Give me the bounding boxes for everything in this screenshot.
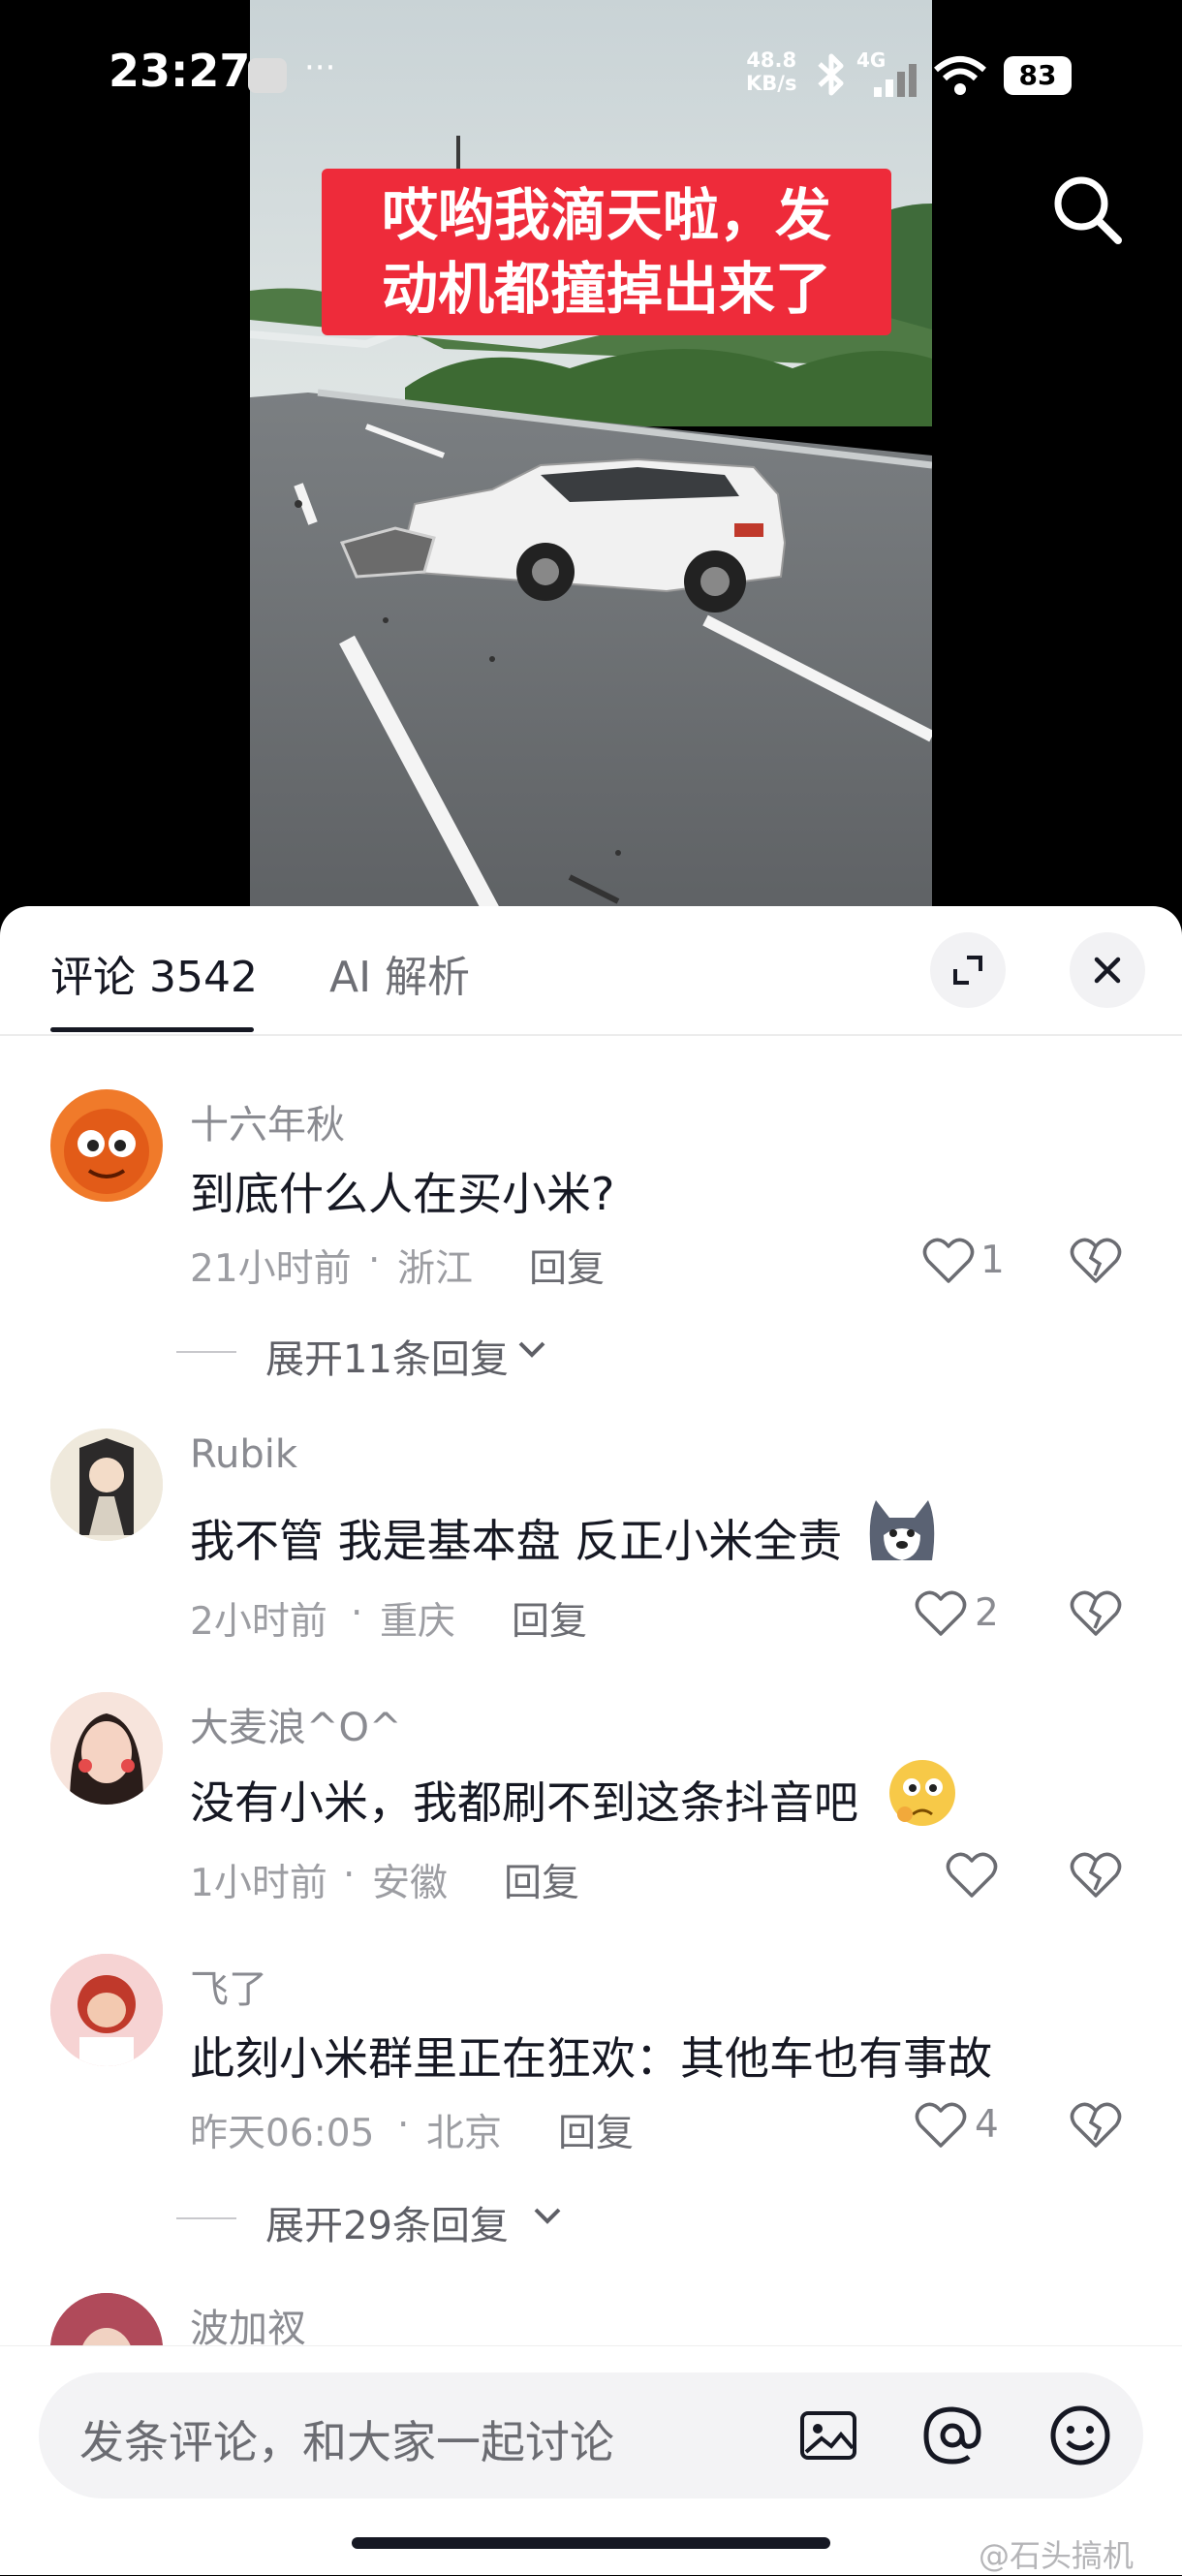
search-icon[interactable] xyxy=(1050,173,1124,250)
comment-location: 北京 xyxy=(426,2112,503,2155)
avatar[interactable] xyxy=(50,1429,163,1541)
chevron-down-icon[interactable] xyxy=(515,1337,548,1365)
net-speed-value: 48.8 xyxy=(746,48,797,72)
bluetooth-icon xyxy=(814,50,849,103)
expand-icon xyxy=(953,956,982,985)
broken-heart-icon xyxy=(1070,1590,1122,1636)
meta-separator: · xyxy=(397,2103,410,2147)
expand-line xyxy=(176,1351,236,1353)
app-notification-icon xyxy=(248,58,287,93)
expand-replies[interactable]: 展开11条回复 xyxy=(265,1328,509,1384)
comment-time: 21小时前 xyxy=(190,1247,352,1291)
reply-button[interactable]: 回复 xyxy=(529,1239,605,1293)
mention-icon[interactable] xyxy=(920,2403,984,2471)
avatar[interactable] xyxy=(50,1692,163,1805)
like-button[interactable] xyxy=(922,1237,975,1289)
expand-button[interactable] xyxy=(930,932,1006,1008)
broken-heart-icon xyxy=(1070,2102,1122,2148)
comment-input-placeholder[interactable]: 发条评论，和大家一起讨论 xyxy=(79,2407,614,2471)
reply-button[interactable]: 回复 xyxy=(504,1853,579,1907)
comment-username[interactable]: 飞了 xyxy=(190,1958,267,2014)
tab-comments[interactable]: 评论 3542 xyxy=(50,942,258,1004)
comment-username[interactable]: Rubik xyxy=(190,1432,297,1477)
comment-username[interactable]: 十六年秋 xyxy=(190,1093,345,1149)
wifi-icon xyxy=(932,54,988,101)
expand-line xyxy=(176,2217,236,2219)
thinking-emoji-icon xyxy=(886,1756,959,1834)
chevron-down-icon[interactable] xyxy=(531,2204,564,2231)
meta-separator: · xyxy=(343,1853,356,1897)
comment-sheet xyxy=(0,906,1182,2574)
active-tab-indicator xyxy=(50,1027,254,1032)
reply-button[interactable]: 回复 xyxy=(558,2103,634,2157)
comment-location: 安徽 xyxy=(372,1862,449,1905)
like-button[interactable] xyxy=(915,2101,967,2153)
status-bar: 23:27 ··· 48.8 KB/s 4G 83 xyxy=(0,0,1182,155)
dislike-button[interactable] xyxy=(1070,2101,1122,2153)
heart-icon xyxy=(915,2102,967,2148)
comment-time: 1小时前 xyxy=(190,1862,327,1905)
comment-text: 我不管 我是基本盘 反正小米全责 xyxy=(190,1515,843,1567)
meta-separator: · xyxy=(368,1239,381,1282)
divider xyxy=(0,1034,1182,1036)
close-button[interactable] xyxy=(1070,932,1145,1008)
comment-text: 到底什么人在买小米? xyxy=(190,1168,615,1220)
broken-heart-icon xyxy=(1070,1852,1122,1898)
watermark: @石头搞机 xyxy=(979,2537,1135,2574)
reply-button[interactable]: 回复 xyxy=(512,1591,587,1646)
comment-location: 浙江 xyxy=(397,1247,474,1291)
comment-time: 昨天06:05 xyxy=(190,2112,375,2155)
close-icon xyxy=(1094,957,1121,984)
expand-replies[interactable]: 展开29条回复 xyxy=(265,2194,509,2250)
caption-line-2: 动机都撞掉出来了 xyxy=(381,256,831,322)
heart-icon xyxy=(946,1852,998,1898)
comment-username[interactable]: 大麦浪^O^ xyxy=(190,1696,402,1752)
husky-emoji-icon xyxy=(862,1492,942,1570)
image-icon[interactable] xyxy=(798,2405,858,2469)
like-count: 1 xyxy=(980,1239,1005,1282)
status-time: 23:27 xyxy=(109,45,251,97)
comment-location: 重庆 xyxy=(380,1600,456,1644)
like-button[interactable] xyxy=(915,1589,967,1642)
comment-text: 此刻小米群里正在狂欢：其他车也有事故 xyxy=(190,2032,992,2085)
home-indicator[interactable] xyxy=(352,2537,830,2549)
like-button[interactable] xyxy=(946,1851,998,1903)
meta-separator: · xyxy=(351,1591,363,1635)
avatar[interactable] xyxy=(50,1954,163,2066)
comment-time: 2小时前 xyxy=(190,1600,327,1644)
video-caption: 哎哟我滴天啦，发 动机都撞掉出来了 xyxy=(322,169,891,335)
like-count: 2 xyxy=(975,1591,999,1635)
more-dots: ··· xyxy=(304,48,336,87)
net-speed: 48.8 KB/s xyxy=(746,48,796,95)
avatar[interactable] xyxy=(50,1089,163,1202)
tab-ai-analysis[interactable]: AI 解析 xyxy=(329,942,470,1004)
dislike-button[interactable] xyxy=(1070,1851,1122,1903)
caption-line-1: 哎哟我滴天啦，发 xyxy=(381,182,831,248)
signal-icon xyxy=(872,60,924,103)
comment-text: 没有小米，我都刷不到这条抖音吧 xyxy=(190,1776,858,1829)
heart-icon xyxy=(915,1590,967,1636)
dislike-button[interactable] xyxy=(1070,1237,1122,1289)
broken-heart-icon xyxy=(1070,1238,1122,1283)
emoji-icon[interactable] xyxy=(1048,2403,1112,2471)
battery-indicator: 83 xyxy=(1004,56,1072,95)
heart-icon xyxy=(922,1238,975,1283)
dislike-button[interactable] xyxy=(1070,1589,1122,1642)
net-speed-unit: KB/s xyxy=(746,72,797,95)
like-count: 4 xyxy=(975,2103,999,2147)
